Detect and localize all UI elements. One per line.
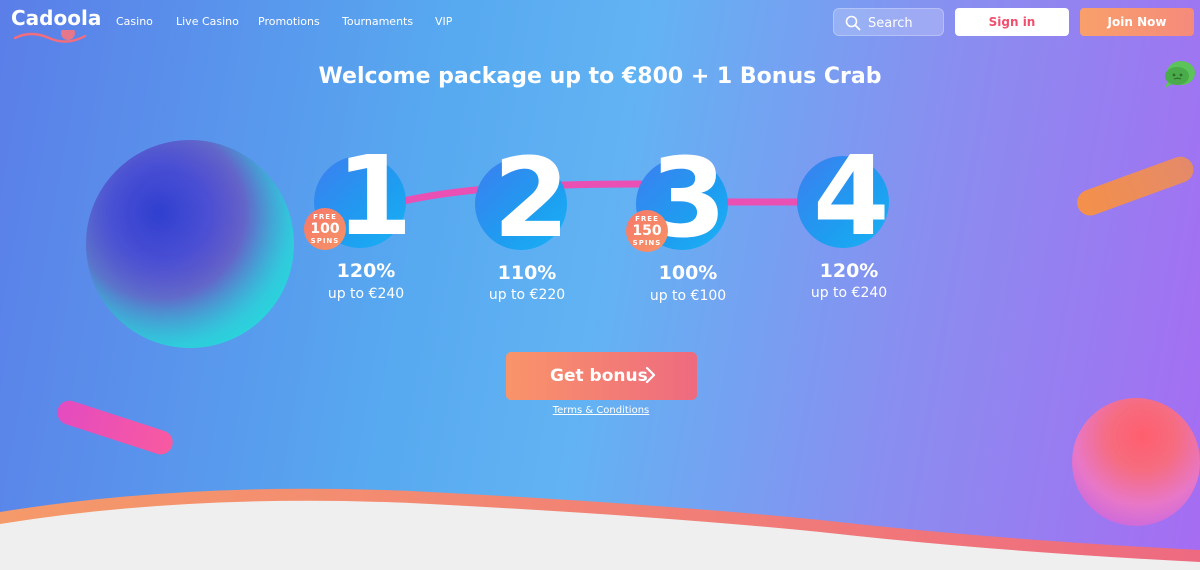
- step-digit: 4: [813, 132, 890, 260]
- badge-number: 150: [632, 223, 662, 239]
- signin-button[interactable]: Sign in: [955, 8, 1069, 36]
- step-percent: 100%: [658, 262, 718, 284]
- nav-vip[interactable]: VIP: [435, 15, 452, 28]
- search-box[interactable]: [833, 8, 944, 36]
- nav-promotions[interactable]: Promotions: [258, 15, 320, 28]
- chat-icon[interactable]: [1162, 58, 1198, 94]
- step-amount: up to €240: [327, 286, 405, 302]
- welcome-headline: Welcome package up to €800 + 1 Bonus Cra…: [318, 64, 882, 89]
- bonus-step-2: 2 110% up to €220: [467, 134, 587, 318]
- top-header: Cadoola Casino Live Casino Promotions To…: [0, 0, 1200, 46]
- logo-text: Cadoola: [11, 6, 102, 30]
- badge-bottom: SPINS: [310, 237, 340, 245]
- nav-live-casino[interactable]: Live Casino: [176, 15, 239, 28]
- step-percent: 110%: [497, 262, 557, 284]
- step-percent: 120%: [819, 260, 879, 282]
- bonus-step-4: 4 120% up to €240: [789, 132, 909, 318]
- chevron-right-icon: [645, 366, 656, 384]
- free-spins-badge: FREE 100 SPINS: [304, 208, 346, 250]
- decorative-pill-orange: [1073, 153, 1198, 220]
- bonus-step-1: 1 FREE 100 SPINS 120% up to €240: [304, 132, 426, 318]
- logo[interactable]: Cadoola: [11, 6, 101, 44]
- search-icon: [845, 15, 861, 31]
- get-bonus-label: Get bonus: [550, 366, 648, 386]
- bonus-step-3: 3 FREE 150 SPINS 100% up to €100: [626, 143, 748, 318]
- decorative-sphere-left: [86, 140, 294, 348]
- nav-casino[interactable]: Casino: [116, 15, 153, 28]
- get-bonus-button[interactable]: Get bonus: [506, 352, 697, 400]
- step-amount: up to €240: [810, 285, 888, 301]
- bottom-wave: [0, 488, 1200, 570]
- free-spins-badge: FREE 150 SPINS: [626, 210, 668, 252]
- step-amount: up to €220: [488, 287, 566, 303]
- logo-wave-icon: [13, 30, 87, 43]
- step-percent: 120%: [336, 260, 396, 282]
- search-input[interactable]: [866, 13, 944, 33]
- badge-number: 100: [310, 221, 340, 237]
- step-digit: 1: [336, 132, 413, 260]
- decorative-pill-pink: [54, 397, 176, 458]
- badge-bottom: SPINS: [632, 239, 662, 247]
- step-digit: 2: [493, 134, 570, 262]
- nav-tournaments[interactable]: Tournaments: [342, 15, 413, 28]
- badge-top: FREE: [635, 215, 659, 223]
- badge-top: FREE: [313, 213, 337, 221]
- steps-connector: [386, 180, 814, 208]
- terms-conditions-link[interactable]: Terms & Conditions: [520, 405, 682, 416]
- join-now-button[interactable]: Join Now: [1080, 8, 1194, 36]
- step-amount: up to €100: [649, 288, 727, 304]
